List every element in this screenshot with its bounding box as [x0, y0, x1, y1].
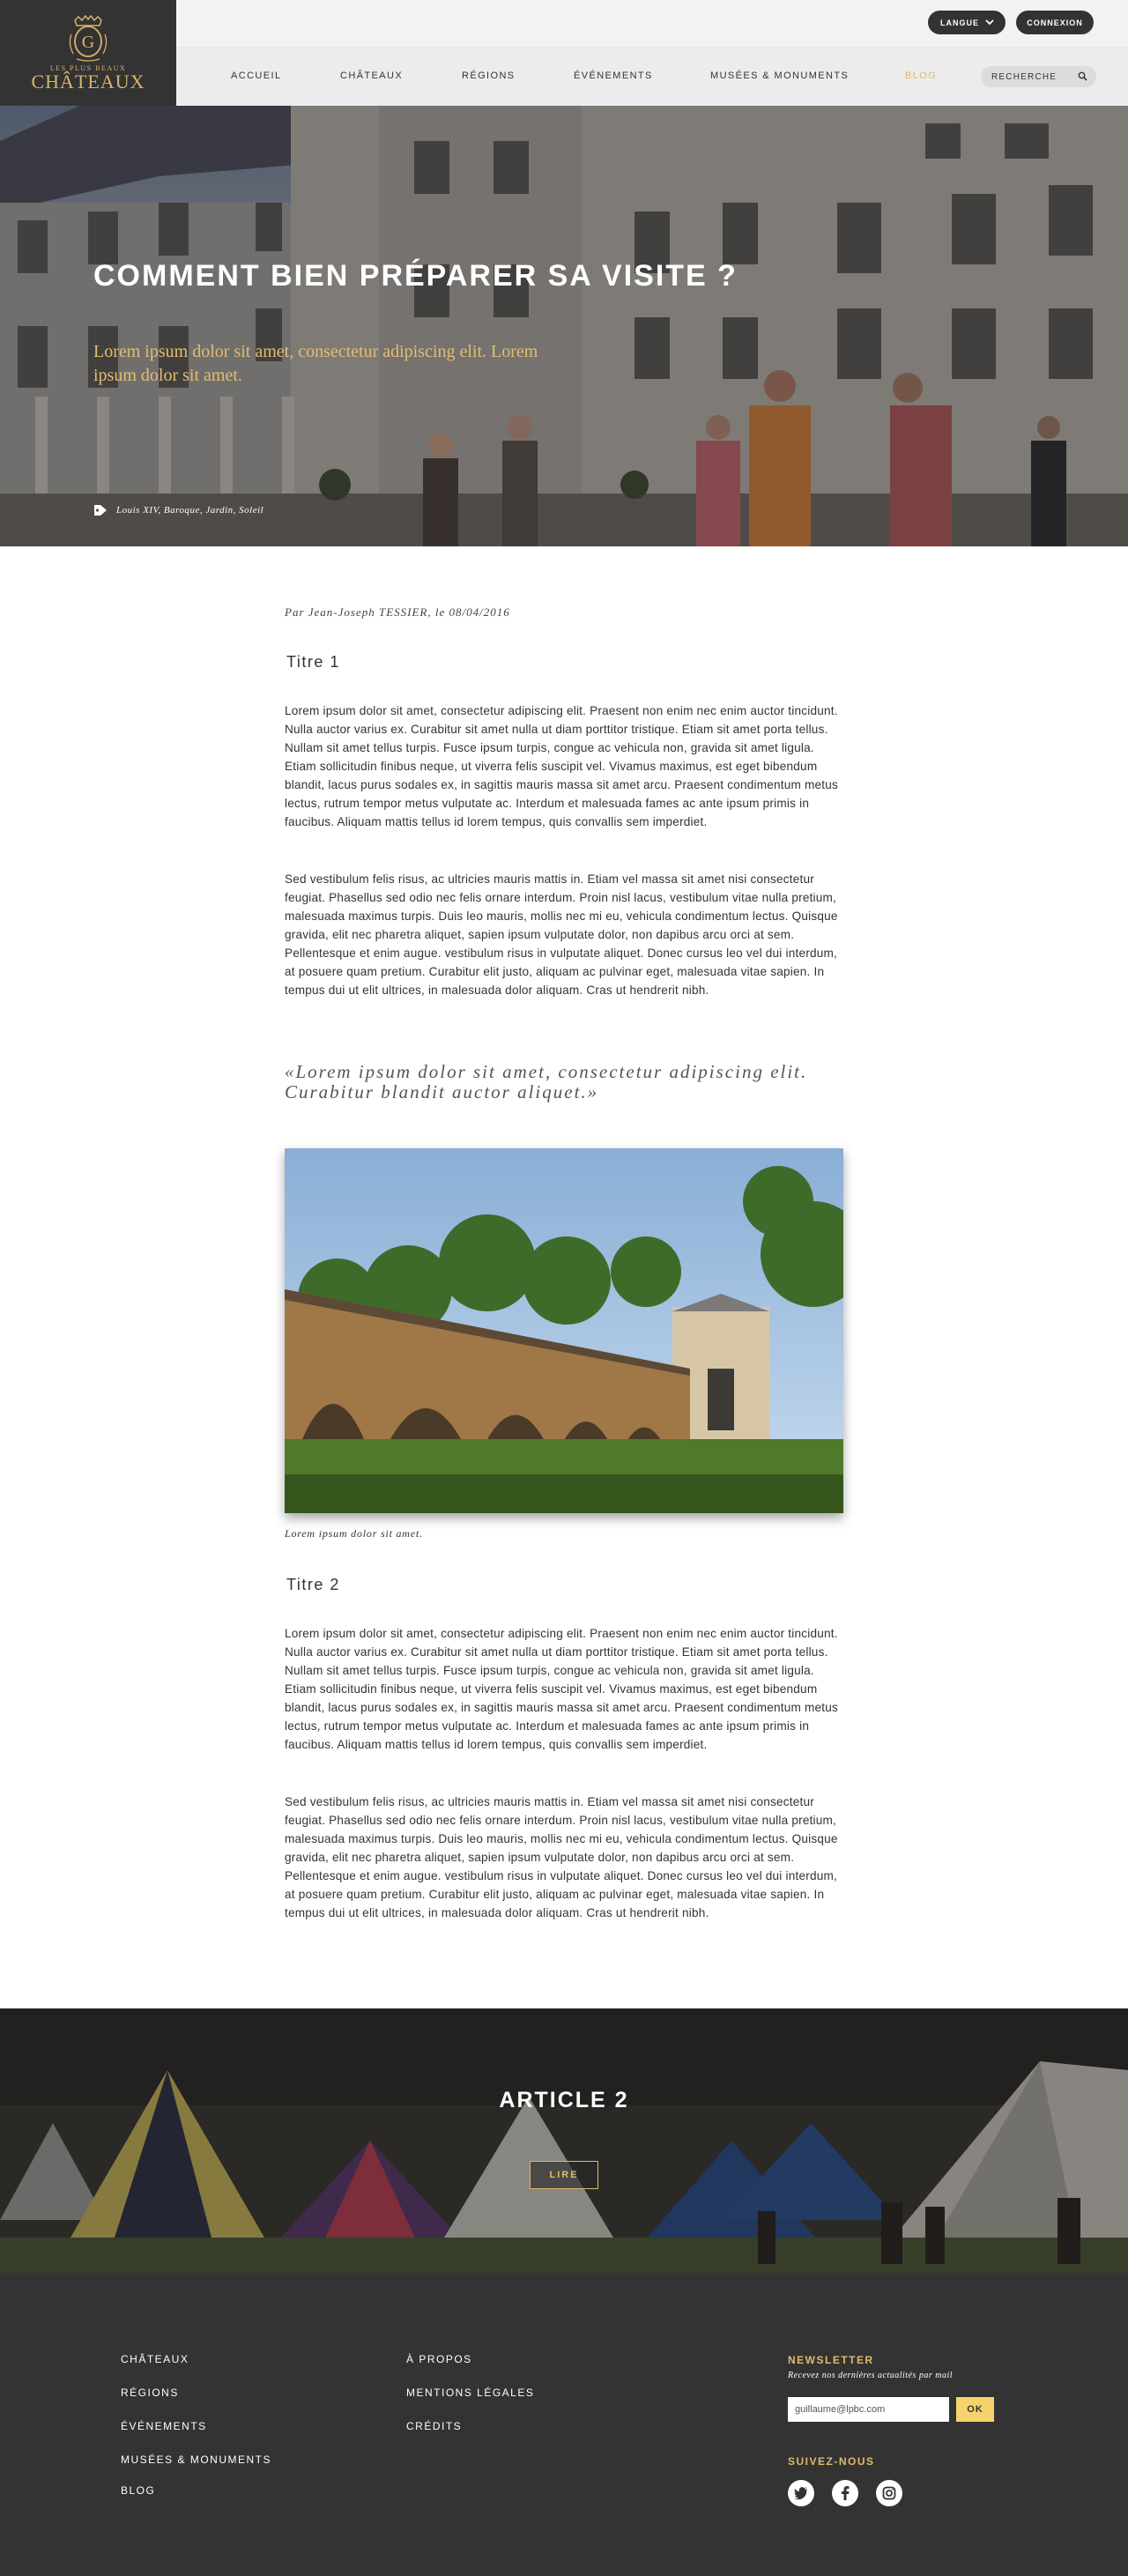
nav-item-blog[interactable]: BLOG: [905, 71, 937, 81]
section-heading-1: Titre 1: [286, 653, 340, 671]
login-button[interactable]: CONNEXION: [1016, 11, 1094, 34]
newsletter-subtitle: Recevez nos dernières actualités par mai…: [788, 2371, 954, 2380]
footer-link-musees[interactable]: MUSÉES & MONUMENTS: [121, 2454, 271, 2466]
newsletter-title: NEWSLETTER: [788, 2354, 874, 2366]
nav-item-accueil[interactable]: ACCUEIL: [231, 71, 281, 81]
main-nav: ACCUEIL CHÂTEAUX RÉGIONS ÉVÉNEMENTS MUSÉ…: [176, 48, 1128, 106]
nav-item-chateaux[interactable]: CHÂTEAUX: [340, 71, 403, 81]
search-icon[interactable]: [1078, 71, 1087, 81]
footer-link-mentions[interactable]: MENTIONS LÉGALES: [406, 2387, 534, 2399]
paragraph-3: Lorem ipsum dolor sit amet, consectetur …: [285, 1627, 839, 1751]
crest-icon: G: [69, 14, 108, 62]
language-label: LANGUE: [940, 18, 979, 27]
paragraph-4: Sed vestibulum felis risus, ac ultricies…: [285, 1795, 838, 1919]
tag-icon: [94, 505, 107, 516]
section-heading-2: Titre 2: [286, 1576, 340, 1593]
nav-item-musees[interactable]: MUSÉES & MONUMENTS: [710, 71, 849, 81]
svg-text:G: G: [82, 33, 94, 52]
newsletter-email-field[interactable]: [788, 2397, 949, 2422]
facebook-icon[interactable]: [832, 2480, 858, 2506]
read-button[interactable]: LIRE: [530, 2161, 598, 2189]
photo-caption: Lorem ipsum dolor sit amet.: [285, 1527, 423, 1540]
footer-link-regions[interactable]: RÉGIONS: [121, 2387, 179, 2399]
footer-link-blog[interactable]: BLOG: [121, 2484, 155, 2497]
newsletter-submit-button[interactable]: OK: [956, 2397, 994, 2422]
follow-us-title: SUIVEZ-NOUS: [788, 2455, 875, 2468]
site-logo[interactable]: G LES PLUS BEAUX CHÂTEAUX: [0, 0, 176, 106]
language-dropdown[interactable]: LANGUE: [928, 11, 1006, 34]
footer-link-credits[interactable]: CRÉDITS: [406, 2420, 462, 2432]
instagram-icon[interactable]: [876, 2480, 902, 2506]
footer-link-a-propos[interactable]: À PROPOS: [406, 2353, 472, 2365]
chateau-bridge-image: [285, 1148, 843, 1513]
page-title: COMMENT BIEN PRÉPARER SA VISITE ?: [93, 259, 738, 293]
tents-image: [0, 2008, 1128, 2273]
search-placeholder: RECHERCHE: [991, 71, 1058, 82]
page-subtitle: Lorem ipsum dolor sit amet, consectetur …: [93, 342, 538, 385]
twitter-icon[interactable]: [788, 2480, 814, 2506]
footer-link-evenements[interactable]: ÉVÉNEMENTS: [121, 2420, 207, 2432]
article-photo: [285, 1148, 843, 1513]
article-byline: Par Jean-Joseph TESSIER, le 08/04/2016: [285, 605, 510, 619]
logo-wordmark: CHÂTEAUX: [31, 70, 145, 93]
site-footer: CHÂTEAUX RÉGIONS ÉVÉNEMENTS MUSÉES & MON…: [0, 2273, 1128, 2576]
top-utility-bar: LANGUE CONNEXION: [176, 0, 1128, 48]
hero-banner: COMMENT BIEN PRÉPARER SA VISITE ? Lorem …: [0, 106, 1128, 546]
chevron-down-icon: [985, 19, 994, 26]
next-article-banner: ARTICLE 2 LIRE: [0, 2008, 1128, 2273]
tags-text[interactable]: Louis XIV, Baroque, Jardin, Soleil: [116, 505, 263, 516]
nav-item-evenements[interactable]: ÉVÉNEMENTS: [574, 71, 653, 81]
tag-list: Louis XIV, Baroque, Jardin, Soleil: [93, 504, 263, 516]
pull-quote: «Lorem ipsum dolor sit amet, consectetur…: [285, 1061, 808, 1102]
site-header: G LES PLUS BEAUX CHÂTEAUX LANGUE CONNEXI…: [0, 0, 1128, 106]
paragraph-1: Lorem ipsum dolor sit amet, consectetur …: [285, 704, 839, 828]
next-article-title: ARTICLE 2: [499, 2088, 629, 2112]
hero-image: [0, 106, 1128, 546]
paragraph-2: Sed vestibulum felis risus, ac ultricies…: [285, 872, 838, 997]
footer-link-chateaux[interactable]: CHÂTEAUX: [121, 2353, 189, 2365]
search-input[interactable]: RECHERCHE: [981, 66, 1096, 87]
nav-item-regions[interactable]: RÉGIONS: [462, 71, 516, 81]
